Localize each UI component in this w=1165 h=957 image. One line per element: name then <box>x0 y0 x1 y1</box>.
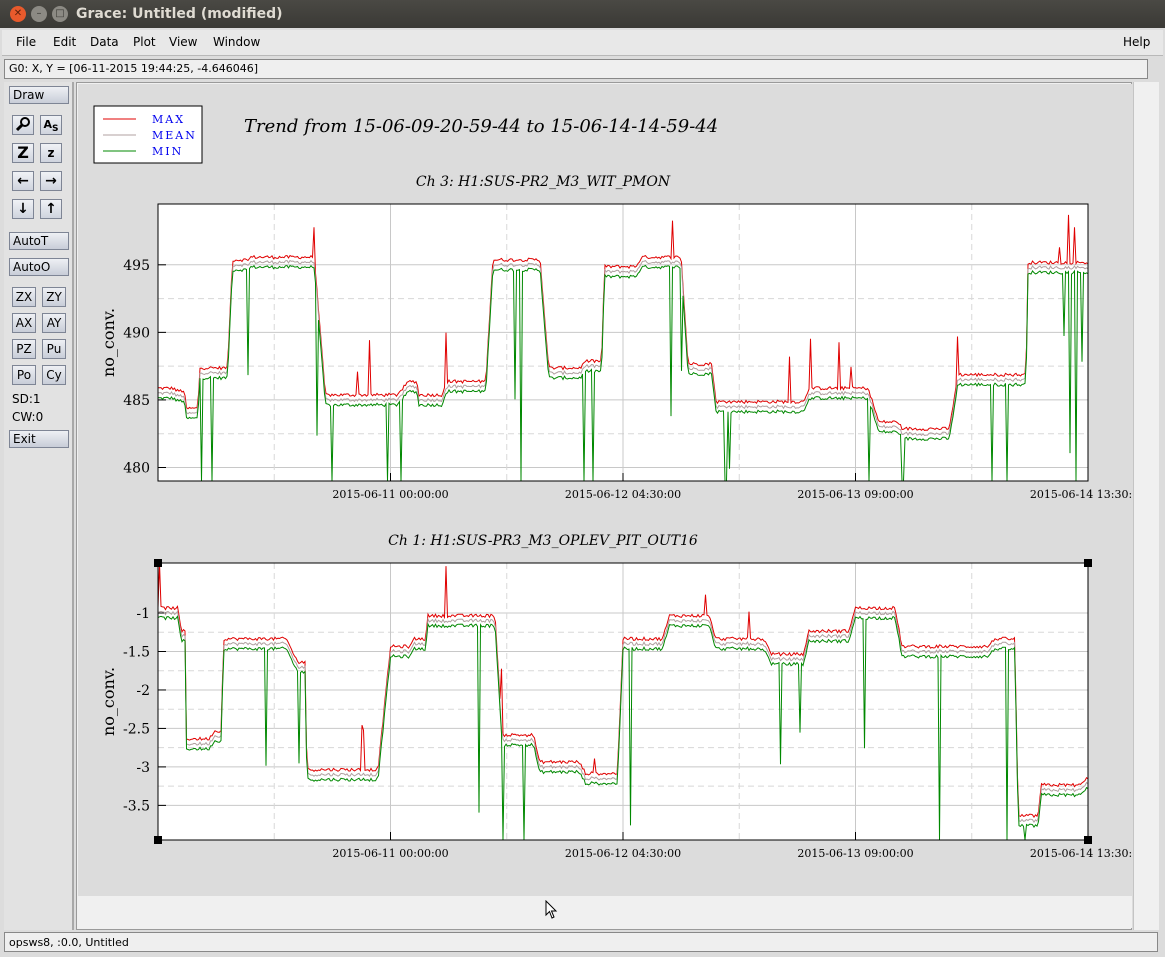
x-tick-label: 2015-06-11 00:00:00 <box>332 847 448 860</box>
y-tick-label: 480 <box>123 460 150 476</box>
pu-button[interactable]: Pu <box>42 339 66 359</box>
arrow-left-icon[interactable]: ← <box>12 171 34 191</box>
ay-button[interactable]: AY <box>42 313 66 333</box>
menu-plot[interactable]: Plot <box>133 35 156 49</box>
menu-view[interactable]: View <box>169 35 197 49</box>
autoo-button[interactable]: AutoO <box>9 258 69 276</box>
selection-handle <box>154 836 162 844</box>
chart-title: Ch 3: H1:SUS-PR2_M3_WIT_PMON <box>416 174 671 190</box>
x-tick-label: 2015-06-14 13:30:00 <box>1030 847 1132 860</box>
y-tick-label: 485 <box>123 393 150 409</box>
left-toolbar: Draw AS Z z ← → ↓ ↑ AutoT AutoO ZX ZY AX… <box>4 82 74 930</box>
legend-label-min: MIN <box>152 145 183 158</box>
cy-button[interactable]: Cy <box>42 365 66 385</box>
y-tick-label: -2.5 <box>123 721 150 737</box>
window-title: Grace: Untitled (modified) <box>76 6 283 22</box>
selection-handle <box>154 559 162 567</box>
x-tick-label: 2015-06-12 04:30:00 <box>565 488 681 501</box>
menu-bar: File Edit Data Plot View Window Help <box>2 30 1163 56</box>
maximize-icon[interactable]: □ <box>52 6 68 22</box>
x-tick-label: 2015-06-12 04:30:00 <box>565 847 681 860</box>
locator-bar: G0: X, Y = [06-11-2015 19:44:25, -4.6460… <box>4 59 1148 79</box>
y-tick-label: 495 <box>123 258 150 274</box>
po-button[interactable]: Po <box>12 365 36 385</box>
close-icon[interactable]: ✕ <box>10 6 26 22</box>
menu-window[interactable]: Window <box>213 35 260 49</box>
selection-handle <box>1084 559 1092 567</box>
legend: MAX MEAN MIN <box>93 105 203 164</box>
menu-data[interactable]: Data <box>90 35 119 49</box>
chart-title: Ch 1: H1:SUS-PR3_M3_OPLEV_PIT_OUT16 <box>388 533 698 549</box>
legend-label-max: MAX <box>152 113 185 126</box>
menu-help[interactable]: Help <box>1123 35 1150 49</box>
vertical-scrollbar[interactable] <box>1133 82 1159 930</box>
menu-file[interactable]: File <box>16 35 36 49</box>
chart-ch3: Ch 3: H1:SUS-PR2_M3_WIT_PMON 480 485 490 495… <box>99 174 1132 501</box>
legend-label-mean: MEAN <box>152 129 197 142</box>
arrow-up-icon[interactable]: ↑ <box>40 199 62 219</box>
y-axis-label: no_conv. <box>99 308 118 377</box>
cw-label: CW:0 <box>12 410 44 424</box>
y-tick-label: -1 <box>136 606 150 622</box>
autoscale-text-icon[interactable]: AS <box>40 115 62 135</box>
y-tick-label: -1.5 <box>123 644 150 660</box>
arrow-down-icon[interactable]: ↓ <box>12 199 34 219</box>
plot-canvas[interactable]: MAX MEAN MIN Trend from 15-06-09-20-59-4… <box>78 84 1132 896</box>
canvas-bottom-area <box>78 896 1132 928</box>
x-tick-label: 2015-06-13 09:00:00 <box>797 847 913 860</box>
window-titlebar: ✕ – □ Grace: Untitled (modified) <box>0 0 1165 28</box>
pz-button[interactable]: PZ <box>12 339 36 359</box>
x-tick-label: 2015-06-13 09:00:00 <box>797 488 913 501</box>
minimize-icon[interactable]: – <box>31 6 47 22</box>
chart-ch1: Ch 1: H1:SUS-PR3_M3_OPLEV_PIT_OUT16 -1 -1.… <box>99 533 1132 860</box>
arrow-right-icon[interactable]: → <box>40 171 62 191</box>
x-tick-label: 2015-06-14 13:30:00 <box>1030 488 1132 501</box>
autot-button[interactable]: AutoT <box>9 232 69 250</box>
zoom-icon[interactable] <box>12 115 34 135</box>
exit-button[interactable]: Exit <box>9 430 69 448</box>
selection-handle <box>1084 836 1092 844</box>
zy-button[interactable]: ZY <box>42 287 66 307</box>
zoom-in-icon[interactable]: Z <box>12 143 34 163</box>
y-tick-label: -3.5 <box>123 798 150 814</box>
y-axis-label: no_conv. <box>99 667 118 736</box>
sd-label: SD:1 <box>12 392 41 406</box>
y-tick-label: 490 <box>123 325 150 341</box>
zoom-out-icon[interactable]: z <box>40 143 62 163</box>
ax-button[interactable]: AX <box>12 313 36 333</box>
y-tick-label: -3 <box>136 760 150 776</box>
y-tick-label: -2 <box>136 683 150 699</box>
status-bar: opsws8, :0.0, Untitled <box>4 932 1158 952</box>
plot-title: Trend from 15-06-09-20-59-44 to 15-06-14… <box>244 116 718 137</box>
x-tick-label: 2015-06-11 00:00:00 <box>332 488 448 501</box>
zx-button[interactable]: ZX <box>12 287 36 307</box>
draw-button[interactable]: Draw <box>9 86 69 104</box>
menu-edit[interactable]: Edit <box>53 35 76 49</box>
mouse-cursor-icon <box>545 900 558 919</box>
